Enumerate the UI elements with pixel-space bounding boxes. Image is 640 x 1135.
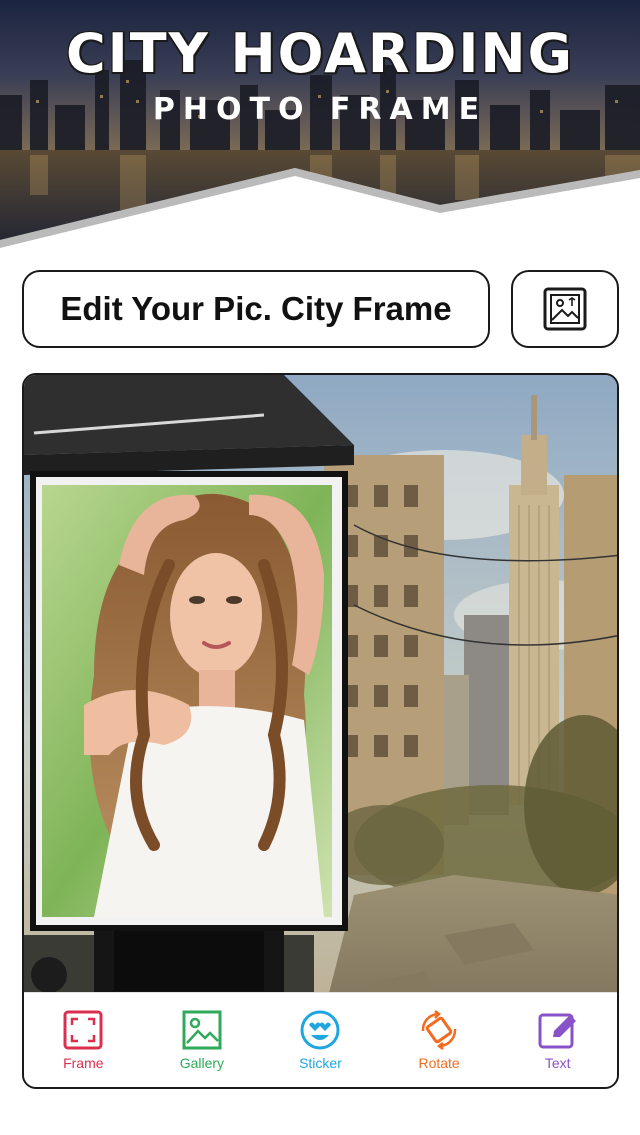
app-subtitle: PHOTO FRAME [152, 92, 488, 127]
edit-your-pic-label: Edit Your Pic. City Frame [60, 290, 452, 327]
frame-tool-button[interactable]: Frame [33, 995, 133, 1085]
sticker-tool-button[interactable]: Sticker [270, 995, 370, 1085]
rotate-icon [421, 1010, 457, 1050]
sticker-tool-label: Sticker [299, 1055, 342, 1071]
text-icon [538, 1013, 576, 1049]
editor-canvas[interactable]: Frame Gallery Sticker Rotate Text [22, 373, 619, 1089]
rotate-tool-button[interactable]: Rotate [389, 995, 489, 1085]
frame-tool-label: Frame [63, 1055, 104, 1071]
city-frame-scene [24, 375, 617, 1087]
text-tool-button[interactable]: Text [508, 995, 608, 1085]
gallery-tool-button[interactable]: Gallery [152, 995, 252, 1085]
change-frame-button[interactable] [511, 270, 619, 348]
sticker-icon [300, 1010, 340, 1050]
app-title: CITY HOARDING [66, 22, 574, 85]
rotate-tool-label: Rotate [418, 1055, 460, 1071]
gallery-tool-label: Gallery [179, 1055, 225, 1071]
frame-icon [63, 1010, 103, 1050]
frame-picture-icon [543, 287, 587, 331]
text-tool-label: Text [544, 1055, 571, 1071]
header-banner: CITY HOARDING PHOTO FRAME [0, 0, 640, 250]
bottom-toolbar: Frame Gallery Sticker Rotate Text [24, 992, 617, 1087]
gallery-icon [182, 1010, 222, 1050]
edit-your-pic-button[interactable]: Edit Your Pic. City Frame [22, 270, 490, 348]
